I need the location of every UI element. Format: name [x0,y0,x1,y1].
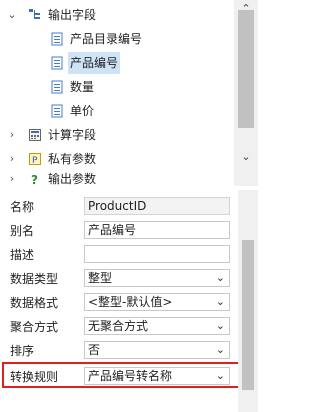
prop-label: 排序 [10,344,35,358]
prop-type-select[interactable]: 整型 ⌄ [84,269,230,287]
scrollbar-thumb[interactable] [238,10,254,128]
tree-node-label: 单价 [70,104,95,118]
prop-row-alias: 别名 产品编号 [0,218,238,242]
prop-row-desc: 描述 [0,242,238,266]
expand-arrow-icon[interactable]: › [6,168,18,186]
fields-group-icon [28,8,42,22]
property-scrollbar[interactable] [238,190,258,412]
prop-conversion-rule-select[interactable]: 产品编号转名称 ⌄ [84,367,230,385]
tree-node-label: 产品目录编号 [70,32,143,46]
tree-node-label: 产品编号 [68,52,121,74]
tree-node-calc-fields[interactable]: › 计算字段 [0,124,234,146]
prop-alias-input[interactable]: 产品编号 [84,221,230,239]
svg-text:P: P [32,156,38,166]
chevron-down-icon[interactable]: ⌄ [216,342,225,358]
field-icon [50,104,64,118]
prop-format-select[interactable]: <整型-默认值> ⌄ [84,293,230,311]
scrollbar-thumb[interactable] [242,240,254,390]
chevron-down-icon[interactable]: ⌄ [216,270,225,286]
chevron-down-icon[interactable]: ⌄ [216,368,225,384]
field-icon [50,32,64,46]
prop-sort-select[interactable]: 否 ⌄ [84,341,230,359]
prop-row-format: 数据格式 <整型-默认值> ⌄ [0,290,238,314]
tree-node-label: 数量 [70,80,95,94]
prop-desc-input[interactable] [84,245,230,263]
tree-node-label: 计算字段 [48,128,97,142]
prop-label: 数据格式 [10,296,59,310]
tree-node-field-selected[interactable]: 产品编号 [0,52,234,74]
field-icon [50,56,64,70]
field-icon [50,80,64,94]
tree-node-field[interactable]: 数量 [0,76,234,98]
field-tree: ⌄ 输出字段 产品目录编号 产品编号 数量 单价 › 计算字段 › P 私有参数… [0,0,234,186]
prop-row-sort: 排序 否 ⌄ [0,338,238,362]
expand-arrow-icon[interactable]: › [6,148,18,170]
prop-label: 别名 [10,224,35,238]
chevron-down-icon[interactable]: ⌄ [216,294,225,310]
prop-label: 数据类型 [10,272,59,286]
chevron-down-icon[interactable]: ⌄ [216,318,225,334]
tree-node-field[interactable]: 单价 [0,100,234,122]
tree-node-private-params[interactable]: › P 私有参数 [0,148,234,170]
prop-row-name: 名称 ProductID [0,194,238,218]
tree-scrollbar[interactable]: ⌃ ⌄ [234,0,258,186]
select-value: 整型 [88,271,113,285]
tree-node-output-params[interactable]: › ? 输出参数 [0,168,234,186]
select-value: 否 [88,343,101,357]
tree-node-label: 私有参数 [48,152,97,166]
prop-name-value[interactable]: ProductID [84,197,230,215]
select-value: <整型-默认值> [88,295,173,309]
prop-label: 聚合方式 [10,320,59,334]
select-value: 无聚合方式 [88,319,149,333]
tree-node-output-fields[interactable]: ⌄ 输出字段 [0,4,234,26]
prop-row-type: 数据类型 整型 ⌄ [0,266,238,290]
question-icon: ? [28,172,42,186]
parameter-icon: P [28,152,42,166]
select-value: 产品编号转名称 [88,369,173,383]
tree-node-label: 输出字段 [48,8,97,22]
prop-aggregation-select[interactable]: 无聚合方式 ⌄ [84,317,230,335]
tree-node-label: 输出参数 [48,172,97,186]
prop-row-aggregation: 聚合方式 无聚合方式 ⌄ [0,314,238,338]
svg-text:?: ? [31,173,38,186]
expand-arrow-icon[interactable]: › [6,124,18,146]
scroll-down-icon[interactable]: ⌄ [234,150,258,163]
prop-label: 描述 [10,248,35,262]
prop-label: 转换规则 [10,370,59,384]
calculator-icon [28,128,42,142]
tree-node-field[interactable]: 产品目录编号 [0,28,234,50]
prop-row-conversion-rule: 转换规则 产品编号转名称 ⌄ [0,364,238,388]
prop-label: 名称 [10,200,35,214]
collapse-arrow-icon[interactable]: ⌄ [6,4,18,26]
